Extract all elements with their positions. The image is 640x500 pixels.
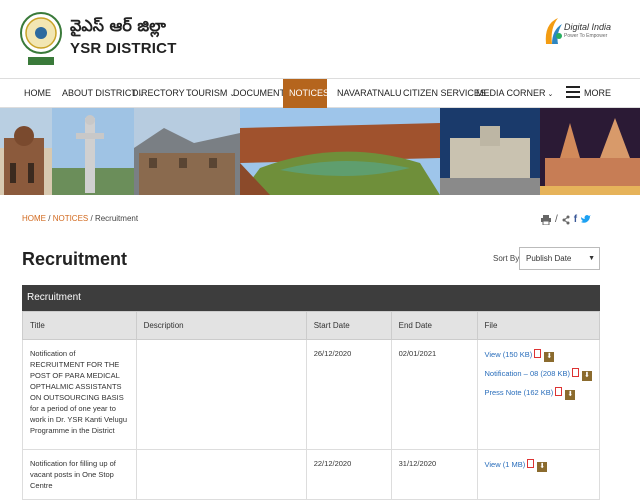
file-link-view[interactable]: View (150 KB) ⬇ — [484, 348, 593, 362]
breadcrumb-home-link[interactable]: HOME — [22, 214, 46, 223]
banner-image-gandikota-canyon — [240, 108, 440, 195]
column-header-title[interactable]: Title — [22, 311, 137, 340]
digital-india-text: Digital India — [564, 22, 612, 32]
banner-image-statue — [52, 108, 134, 195]
banner-image-building-night — [440, 108, 540, 195]
sort-by-label: Sort By: — [493, 254, 522, 263]
caret-down-icon: ▼ — [588, 255, 595, 262]
pdf-icon — [534, 349, 542, 358]
file-link-text: View (1 MB) — [484, 460, 526, 469]
cell-title: Notification for filling up of vacant po… — [22, 449, 137, 500]
page-title: Recruitment — [22, 249, 128, 269]
nav-label: DIRECTORY — [132, 88, 185, 98]
nav-item-notices[interactable]: NOTICES ⌄ — [283, 79, 337, 108]
breadcrumb: HOME / NOTICES / Recruitment — [22, 214, 138, 223]
cell-files: View (1 MB) ⬇ — [476, 449, 600, 500]
main-navigation: HOME ABOUT DISTRICT ⌄ DIRECTORY ⌄ TOURISM ⌄… — [0, 78, 640, 108]
divider: / — [555, 214, 558, 225]
file-link-text: View (150 KB) — [484, 350, 533, 359]
cell-end-date: 31/12/2020 — [390, 449, 478, 500]
cell-description — [135, 449, 307, 500]
cell-files: View (150 KB) ⬇ Notification – 08 (208 KB… — [476, 339, 600, 450]
column-header-description[interactable]: Description — [135, 311, 307, 340]
nav-label: NAVARATNALU — [337, 88, 402, 98]
column-header-file[interactable]: File — [476, 311, 600, 340]
nav-label: MEDIA CORNER — [476, 88, 546, 98]
pdf-icon — [527, 459, 535, 468]
download-icon[interactable]: ⬇ — [544, 352, 555, 362]
table-header-row: Title Description Start Date End Date Fi… — [22, 311, 600, 340]
banner-strip — [0, 108, 640, 195]
nav-item-media-corner[interactable]: MEDIA CORNER ⌄ — [470, 79, 559, 108]
file-link-text: Press Note (162 KB) — [484, 388, 554, 397]
digital-india-logo[interactable] — [542, 14, 632, 50]
breadcrumb-notices-link[interactable]: NOTICES — [53, 214, 89, 223]
print-icon[interactable] — [541, 214, 551, 225]
file-link-view[interactable]: View (1 MB) ⬇ — [484, 458, 593, 472]
nav-label: HOME — [24, 88, 51, 98]
file-link-press-note[interactable]: Press Note (162 KB) ⬇ — [484, 386, 593, 400]
nav-label: NOTICES — [289, 88, 330, 98]
breadcrumb-current: Recruitment — [94, 214, 139, 223]
table-caption: Recruitment — [22, 285, 600, 311]
download-icon[interactable]: ⬇ — [565, 390, 576, 400]
state-emblem-logo[interactable] — [20, 5, 62, 71]
sort-by-select[interactable]: Publish Date ▼ — [519, 247, 600, 270]
banner-image-fort — [134, 108, 240, 195]
site-header: వైఎస్ ఆర్ జిల్లా YSR DISTRICT Digital In… — [0, 0, 640, 78]
column-header-end-date[interactable]: End Date — [390, 311, 478, 340]
download-icon[interactable]: ⬇ — [581, 371, 592, 381]
twitter-icon[interactable] — [581, 215, 592, 224]
nav-label: TOURISM — [186, 88, 228, 98]
nav-item-more[interactable]: MORE — [578, 79, 617, 108]
pdf-icon — [555, 387, 563, 396]
district-title[interactable]: YSR DISTRICT — [70, 40, 177, 57]
facebook-icon[interactable]: f — [574, 214, 577, 225]
cell-start-date: 26/12/2020 — [305, 339, 392, 450]
table-row: Notification for filling up of vacant po… — [22, 449, 600, 500]
sort-selected-value: Publish Date — [526, 254, 572, 263]
recruitment-table: Title Description Start Date End Date Fi… — [22, 311, 600, 500]
column-header-start-date[interactable]: Start Date — [305, 311, 392, 340]
file-link-text: Notification – 08 (208 KB) — [484, 369, 570, 378]
banner-image-church — [0, 108, 52, 195]
nav-label: MORE — [584, 88, 611, 98]
share-icon[interactable] — [562, 215, 570, 225]
banner-image-temple — [540, 108, 640, 195]
table-row: Notification of RECRUITMENT FOR THE POST… — [22, 339, 600, 450]
cell-description — [135, 339, 307, 450]
nav-item-home[interactable]: HOME — [18, 79, 57, 108]
download-icon[interactable]: ⬇ — [537, 462, 548, 472]
digital-india-tagline: Power To Empower — [564, 33, 608, 39]
cell-end-date: 02/01/2021 — [390, 339, 478, 450]
chevron-down-icon: ⌄ — [547, 91, 554, 98]
file-link-notification[interactable]: Notification – 08 (208 KB) ⬇ — [484, 367, 593, 381]
pdf-icon — [571, 368, 579, 377]
share-toolbar: / f — [541, 214, 592, 225]
cell-start-date: 22/12/2020 — [305, 449, 392, 500]
cell-title: Notification of RECRUITMENT FOR THE POST… — [22, 339, 137, 450]
district-title-telugu: వైఎస్ ఆర్ జిల్లా — [70, 16, 166, 35]
